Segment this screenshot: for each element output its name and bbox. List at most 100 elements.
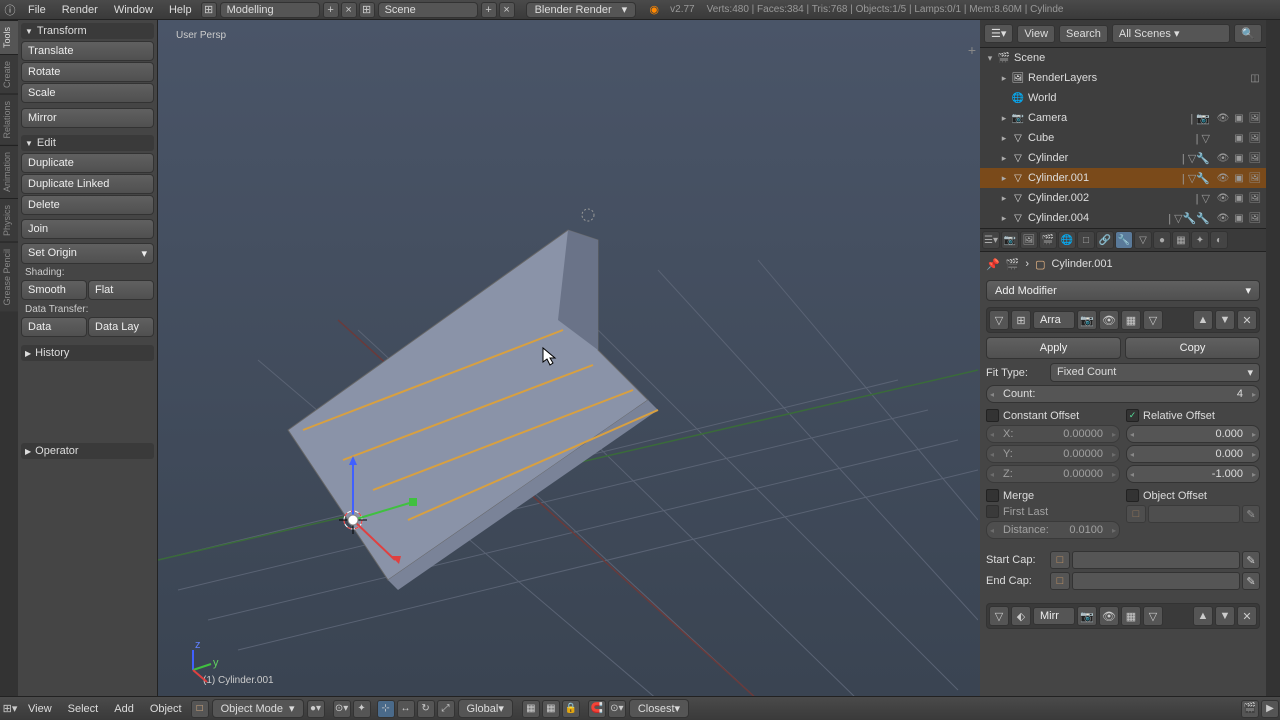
modifier-moveup-icon[interactable]: ▲ [1193,310,1213,330]
relative-offset-checkbox[interactable]: ✓ [1126,409,1139,422]
render-preview-icon[interactable]: 🎬 [1241,700,1259,718]
mirror-display-icon[interactable]: 👁 [1099,606,1119,626]
first-last-checkbox[interactable] [986,505,999,518]
orientation-dropdown[interactable]: Global ▾ [458,699,513,718]
set-origin-dropdown[interactable]: Set Origin▾ [21,243,154,264]
distance-field[interactable]: Distance:0.0100 [986,521,1120,539]
layers-2-icon[interactable]: ▦ [542,700,560,718]
menu-render[interactable]: Render [54,4,106,16]
add-layout-icon[interactable]: + [323,2,339,18]
add-modifier-dropdown[interactable]: Add Modifier▾ [986,280,1260,301]
edit-panel-header[interactable]: Edit [21,135,154,151]
mirror-editmode-icon[interactable]: ▦ [1121,606,1141,626]
menu-window[interactable]: Window [106,4,161,16]
manipulator-scale-icon[interactable]: ⤢ [437,700,455,718]
join-button[interactable]: Join [21,219,154,239]
object-offset-field[interactable] [1148,505,1240,523]
shading-sphere-icon[interactable]: ●▾ [307,700,325,718]
mode-dropdown[interactable]: Object Mode ▾ [212,699,304,718]
mirror-button[interactable]: Mirror [21,108,154,128]
pivot-toggle-icon[interactable]: ✦ [353,700,371,718]
duplicate-button[interactable]: Duplicate [21,153,154,173]
data-layout-button[interactable]: Data Lay [88,317,154,337]
translate-button[interactable]: Translate [21,41,154,61]
mirror-delete-icon[interactable]: ✕ [1237,606,1257,626]
outliner-row[interactable]: 🌐World [980,88,1266,108]
snap-target-dropdown[interactable]: Closest ▾ [629,699,689,718]
shade-flat-button[interactable]: Flat [88,280,154,300]
outliner-row[interactable]: ▸▽Cylinder.001| ▽🔧👁▣🖼 [980,168,1266,188]
outliner-row[interactable]: ▸▽Cylinder.002| ▽👁▣🖼 [980,188,1266,208]
add-scene-icon[interactable]: + [481,2,497,18]
tab-constraints-icon[interactable]: 🔗 [1096,231,1114,249]
render-anim-icon[interactable]: ▶ [1261,700,1279,718]
end-cap-cube-icon[interactable]: □ [1050,572,1070,590]
const-y-field[interactable]: Y:0.00000 [986,445,1120,463]
modifier-delete-icon[interactable]: ✕ [1237,310,1257,330]
outliner-row[interactable]: ▸▽Cylinder.004| ▽🔧🔧👁▣🖼 [980,208,1266,228]
modifier-name-field[interactable]: Arra [1033,311,1075,329]
transform-panel-header[interactable]: Transform [21,23,154,39]
del-layout-icon[interactable]: × [341,2,357,18]
modifier-display-icon[interactable]: 👁 [1099,310,1119,330]
menu-view[interactable]: View [20,703,60,715]
modifier-movedown-icon[interactable]: ▼ [1215,310,1235,330]
fit-type-dropdown[interactable]: Fixed Count▾ [1050,363,1260,382]
object-offset-checkbox[interactable] [1126,489,1139,502]
menu-help[interactable]: Help [161,4,200,16]
layout-icon[interactable]: ⊞ [201,2,217,18]
tab-grease-pencil[interactable]: Grease Pencil [0,242,18,312]
expand-viewport-icon[interactable]: + [968,42,976,58]
right-scrollbar[interactable] [1266,20,1280,696]
duplicate-linked-button[interactable]: Duplicate Linked [21,174,154,194]
menu-object[interactable]: Object [142,703,190,715]
count-field[interactable]: Count:4 [986,385,1260,403]
tab-create[interactable]: Create [0,54,18,94]
modifier-render-icon[interactable]: 📷 [1077,310,1097,330]
mirror-movedown-icon[interactable]: ▼ [1215,606,1235,626]
tab-render-icon[interactable]: 📷 [1001,231,1019,249]
rel-x-field[interactable]: 0.000 [1126,425,1260,443]
outliner-filter-dropdown[interactable]: All Scenes ▾ [1112,24,1230,43]
constant-offset-checkbox[interactable] [986,409,999,422]
tab-texture-icon[interactable]: ▦ [1172,231,1190,249]
screen-layout-dropdown[interactable]: Modelling [220,2,320,18]
object-offset-picker-icon[interactable]: ✎ [1242,505,1260,523]
rel-y-field[interactable]: 0.000 [1126,445,1260,463]
start-cap-cube-icon[interactable]: □ [1050,551,1070,569]
end-cap-picker-icon[interactable]: ✎ [1242,572,1260,590]
modifier-editmode-icon[interactable]: ▦ [1121,310,1141,330]
tab-scene-icon[interactable]: 🎬 [1039,231,1057,249]
scene-icon[interactable]: ⊞ [359,2,375,18]
bc-object-icon[interactable]: ▢ [1035,258,1045,271]
mirror-expand-icon[interactable]: ▽ [989,606,1009,626]
manipulator-toggle-icon[interactable]: ⊹ [377,700,395,718]
outliner-row[interactable]: ▸▽Cube| ▽▣🖼 [980,128,1266,148]
copy-button[interactable]: Copy [1125,337,1260,359]
outliner-search-icon[interactable]: 🔍 [1234,24,1262,43]
object-offset-cube-icon[interactable]: □ [1126,505,1146,523]
tab-world-icon[interactable]: 🌐 [1058,231,1076,249]
manipulator-translate-icon[interactable]: ↔ [397,700,415,718]
menu-select[interactable]: Select [60,703,107,715]
tab-layers-icon[interactable]: 🖼 [1020,231,1038,249]
tab-animation[interactable]: Animation [0,145,18,198]
menu-add[interactable]: Add [106,703,142,715]
outliner-row[interactable]: ▸▽Cylinder| ▽🔧👁▣🖼 [980,148,1266,168]
history-panel-header[interactable]: History [21,345,154,361]
manipulator-rotate-icon[interactable]: ↻ [417,700,435,718]
3d-viewport[interactable]: User Persp (1) Cylinder.001 [158,20,980,696]
mirror-moveup-icon[interactable]: ▲ [1193,606,1213,626]
outliner-view-menu[interactable]: View [1017,25,1055,43]
snap-toggle-icon[interactable]: 🧲 [588,700,606,718]
outliner-row[interactable]: ▾🎬Scene [980,48,1266,68]
tab-material-icon[interactable]: ● [1153,231,1171,249]
outliner-tree[interactable]: ▾🎬Scene▸🖼RenderLayers◫🌐World▸📷Camera| 📷👁… [980,48,1266,228]
delete-button[interactable]: Delete [21,195,154,215]
start-cap-picker-icon[interactable]: ✎ [1242,551,1260,569]
modifier-cage-icon[interactable]: ▽ [1143,310,1163,330]
outliner-row[interactable]: ▸📷Camera| 📷👁▣🖼 [980,108,1266,128]
mode-icon[interactable]: □ [191,700,209,718]
end-cap-field[interactable] [1072,572,1240,590]
del-scene-icon[interactable]: × [499,2,515,18]
